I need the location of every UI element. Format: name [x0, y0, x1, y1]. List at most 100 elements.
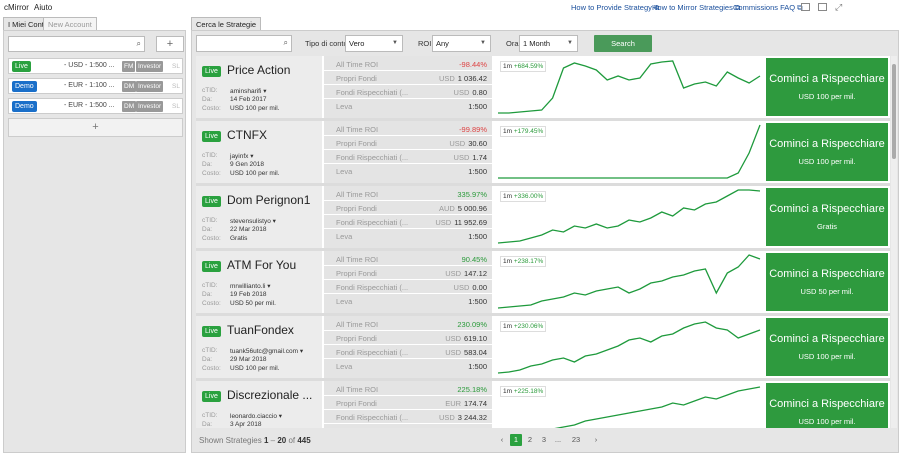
ctid-value[interactable]: aminsharifi ▾ — [230, 87, 267, 95]
strategy-name[interactable]: Price Action — [227, 63, 290, 77]
roi-label: ROI — [418, 39, 432, 48]
since-label: Da: — [202, 226, 213, 233]
ctid-value[interactable]: stevensulistyo ▾ — [230, 217, 276, 225]
leverage-value: 1:500 — [468, 102, 487, 111]
start-mirroring-button[interactable]: Cominci a Rispecchiare USD 100 per mil. — [766, 58, 888, 116]
cost-label: Costo: — [202, 300, 221, 307]
strategy-search-input[interactable]: ⌕ — [196, 35, 292, 52]
strategy-card[interactable]: Live Discrezionale ... cTID: leonardo.ciacc… — [196, 381, 890, 428]
add-account-plus-button[interactable]: + — [156, 36, 184, 52]
tab-search-strategies[interactable]: Cerca le Strategie — [191, 17, 262, 30]
start-mirroring-label: Cominci a Rispecchiare — [769, 333, 885, 345]
strategy-info: Live TuanFondex cTID: tuank56utc@gmail.com … — [196, 316, 322, 378]
ctid-value[interactable]: tuank56utc@gmail.com ▾ — [230, 347, 303, 355]
time-select[interactable]: 1 Month ▼ — [519, 35, 578, 52]
account-type-label: Tipo di conto — [305, 39, 348, 48]
expand-icon[interactable]: ⤢ — [835, 3, 844, 12]
menu-app[interactable]: cMirror — [4, 3, 29, 12]
page-button[interactable]: 1 — [510, 434, 522, 446]
mirrored-funds-value: USD 0.00 — [453, 283, 487, 292]
performance-chart: 1m +684.59% — [496, 58, 764, 116]
account-search-input[interactable]: ⌕ — [8, 36, 145, 52]
strategy-info: Live Discrezionale ... cTID: leonardo.ciacc… — [196, 381, 322, 428]
strategy-card[interactable]: Live Price Action cTID: aminsharifi ▾ Da: 14 … — [196, 56, 890, 118]
period-change-tag: 1m +684.59% — [500, 61, 547, 72]
stat-row-leverage: Leva 1:500 — [324, 295, 492, 308]
mirrored-funds-value: USD 11 952.69 — [435, 218, 487, 227]
since-value: 14 Feb 2017 — [230, 96, 267, 103]
stat-row-leverage: Leva 1:500 — [324, 425, 492, 428]
menu-help[interactable]: Aiuto — [34, 3, 52, 12]
strategy-name[interactable]: Dom Perignon1 — [227, 193, 310, 207]
strategy-name[interactable]: TuanFondex — [227, 323, 294, 337]
roi-select[interactable]: Any ▼ — [432, 35, 491, 52]
scrollbar-thumb[interactable] — [892, 64, 896, 159]
account-chip: DM — [122, 81, 137, 92]
start-mirroring-button[interactable]: Cominci a Rispecchiare Gratis — [766, 188, 888, 246]
ctid-label: cTID: — [202, 217, 218, 224]
add-account-button[interactable]: + — [8, 118, 183, 137]
account-chip: SL — [172, 83, 180, 90]
strategy-stats: All Time ROI 230.09% Propri Fondi USD 619.10… — [324, 316, 492, 378]
account-text: - EUR - 1:500 ... — [64, 102, 115, 109]
window-layout-icon[interactable] — [818, 3, 827, 11]
prev-page-button[interactable]: ‹ — [496, 434, 508, 446]
ctid-label: cTID: — [202, 282, 218, 289]
ctid-value[interactable]: leonardo.ciaccio ▾ — [230, 412, 282, 420]
page-button[interactable]: 23 — [570, 434, 582, 446]
window-restore-icon[interactable] — [801, 3, 810, 11]
stat-row-own-funds: Propri Fondi EUR 174.74 — [324, 397, 492, 410]
scrollbar[interactable] — [891, 56, 897, 428]
link-commissions-faq[interactable]: Commissions FAQ ⧉ — [733, 3, 803, 13]
strategy-stats: All Time ROI 335.97% Propri Fondi AUD 5 000.… — [324, 186, 492, 248]
search-button[interactable]: Search — [594, 35, 652, 52]
cost-label: Costo: — [202, 170, 221, 177]
strategy-list: Live Price Action cTID: aminsharifi ▾ Da: 14 … — [196, 56, 890, 428]
stat-row-mirrored-funds: Fondi Rispecchiati (... USD 1.74 — [324, 151, 492, 164]
since-label: Da: — [202, 421, 213, 428]
mirrored-funds-value: USD 1.74 — [453, 153, 487, 162]
start-mirroring-button[interactable]: Cominci a Rispecchiare USD 50 per mil. — [766, 253, 888, 311]
mirrored-funds-value: USD 0.80 — [453, 88, 487, 97]
start-mirroring-button[interactable]: Cominci a Rispecchiare USD 100 per mil. — [766, 123, 888, 181]
period-change-tag: 1m +230.06% — [500, 321, 547, 332]
strategy-card[interactable]: Live TuanFondex cTID: tuank56utc@gmail.com … — [196, 316, 890, 378]
account-chip: DM — [122, 101, 137, 112]
since-label: Da: — [202, 96, 213, 103]
roi-value: 230.09% — [457, 320, 487, 329]
strategy-card[interactable]: Live Dom Perignon1 cTID: stevensulistyo ▾ Da… — [196, 186, 890, 248]
ctid-label: cTID: — [202, 412, 218, 419]
tab-new-account[interactable]: New Account — [43, 17, 97, 30]
start-mirroring-button[interactable]: Cominci a Rispecchiare USD 100 per mil. — [766, 383, 888, 428]
ctid-value[interactable]: mrwillianto.li ▾ — [230, 282, 270, 290]
link-mirror-strategies[interactable]: How to Mirror Strategies ⧉ — [652, 3, 740, 13]
stat-label: All Time ROI — [336, 190, 379, 199]
strategy-name[interactable]: ATM For You — [227, 258, 296, 272]
start-mirroring-cost: USD 100 per mil. — [798, 92, 856, 101]
account-row[interactable]: Live - USD - 1:500 ... FM Investor SL — [8, 58, 183, 74]
menu-bar: cMirror Aiuto How to Provide Strategy ⧉ … — [0, 0, 900, 14]
own-funds-value: USD 147.12 — [445, 269, 487, 278]
account-type-select[interactable]: Vero ▼ — [345, 35, 403, 52]
stat-row-leverage: Leva 1:500 — [324, 230, 492, 243]
strategy-card[interactable]: Live CTNFX cTID: jayinfx ▾ Da: 9 Gen 2018 Cost… — [196, 121, 890, 183]
strategy-card[interactable]: Live ATM For You cTID: mrwillianto.li ▾ Da: 1… — [196, 251, 890, 313]
start-mirroring-button[interactable]: Cominci a Rispecchiare USD 100 per mil. — [766, 318, 888, 376]
page-button[interactable]: 3 — [538, 434, 550, 446]
strategy-name[interactable]: CTNFX — [227, 128, 267, 142]
account-row[interactable]: Demo - EUR - 1:500 ... DM Investor SL — [8, 98, 183, 114]
stat-label: Fondi Rispecchiati (... — [336, 88, 409, 97]
account-chip: SL — [172, 63, 180, 70]
ctid-value[interactable]: jayinfx ▾ — [230, 152, 254, 160]
strategy-name[interactable]: Discrezionale ... — [227, 388, 312, 402]
start-mirroring-cost: USD 100 per mil. — [798, 417, 856, 426]
next-page-button[interactable]: › — [590, 434, 602, 446]
chevron-down-icon: ▼ — [392, 40, 398, 46]
stat-row-mirrored-funds: Fondi Rispecchiati (... USD 11 952.69 — [324, 216, 492, 229]
link-provide-strategy[interactable]: How to Provide Strategy ⧉ — [571, 3, 659, 13]
page-button[interactable]: 2 — [524, 434, 536, 446]
stat-row-mirrored-funds: Fondi Rispecchiati (... USD 3 244.32 — [324, 411, 492, 424]
performance-chart: 1m +179.45% — [496, 123, 764, 181]
account-row[interactable]: Demo - EUR - 1:100 ... DM Investor SL — [8, 78, 183, 94]
stat-label: Propri Fondi — [336, 334, 377, 343]
